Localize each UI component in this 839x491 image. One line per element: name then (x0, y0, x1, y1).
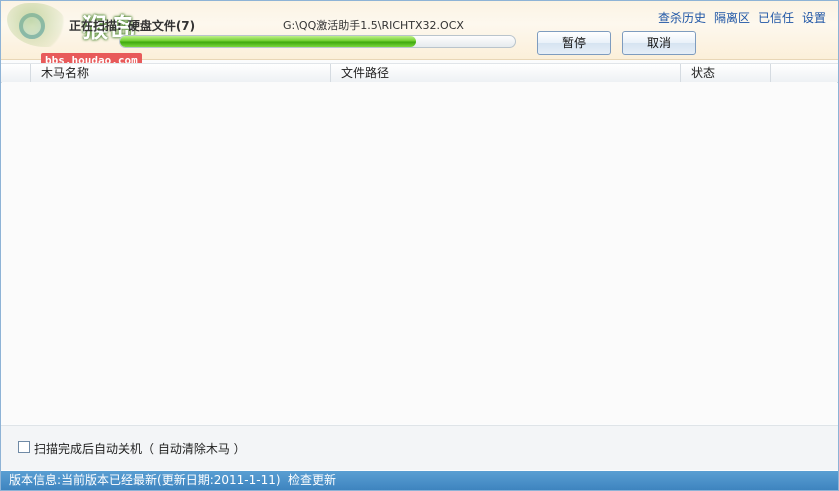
scanner-window: 猴岛 bbs.houdao.com 正在扫描: 硬盘文件(7) G:\QQ激活助手… (0, 0, 839, 491)
column-header-status[interactable]: 状态 (681, 64, 771, 82)
pause-button[interactable]: 暂停 (537, 31, 611, 55)
auto-shutdown-checkbox[interactable] (18, 441, 30, 453)
scan-options: 扫描完成后自动关机（ 自动清除木马 ） (1, 425, 838, 470)
top-links: 查杀历史 隔离区 已信任 设置 (650, 9, 826, 26)
column-lead (1, 64, 31, 82)
scan-status-prefix: 正在扫描: (69, 19, 122, 33)
auto-shutdown-label[interactable]: 扫描完成后自动关机（ 自动清除木马 ） (34, 440, 246, 457)
check-update-link[interactable]: 检查更新 (288, 471, 336, 490)
result-table-header: 木马名称 文件路径 状态 (1, 63, 838, 83)
version-info: 版本信息:当前版本已经最新(更新日期:2011-1-11) (9, 473, 281, 487)
trusted-link[interactable]: 已信任 (758, 11, 794, 25)
column-header-name[interactable]: 木马名称 (31, 64, 331, 82)
history-link[interactable]: 查杀历史 (658, 11, 706, 25)
cancel-button[interactable]: 取消 (622, 31, 696, 55)
result-list[interactable] (2, 82, 837, 424)
settings-link[interactable]: 设置 (802, 11, 826, 25)
current-file-path: G:\QQ激活助手1.5\RICHTX32.OCX (283, 19, 464, 32)
scan-progress-fill (120, 36, 417, 47)
column-header-path[interactable]: 文件路径 (331, 64, 681, 82)
scan-status: 正在扫描: 硬盘文件(7) (69, 17, 195, 34)
scan-target: 硬盘文件(7) (127, 19, 196, 33)
scan-spinner-icon (19, 13, 45, 39)
scan-header: 猴岛 bbs.houdao.com 正在扫描: 硬盘文件(7) G:\QQ激活助手… (1, 1, 838, 69)
scan-progress-bar (119, 35, 516, 48)
status-bar: 版本信息:当前版本已经最新(更新日期:2011-1-11) 检查更新 (1, 471, 838, 490)
quarantine-link[interactable]: 隔离区 (714, 11, 750, 25)
